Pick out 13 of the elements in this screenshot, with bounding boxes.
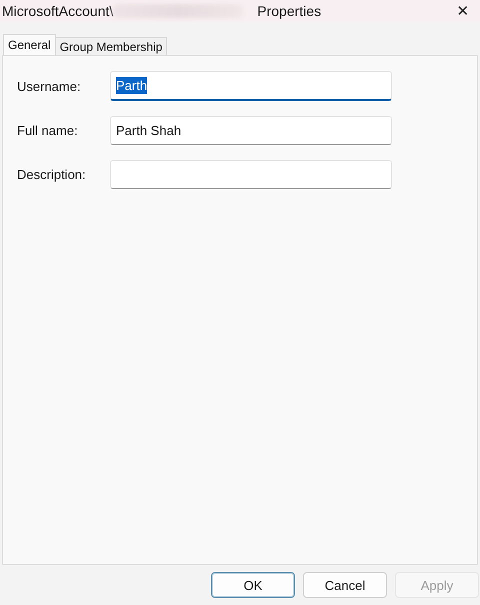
input-field[interactable]: Parth [110,71,392,101]
window-title: Properties [257,3,322,19]
input-field[interactable] [110,160,392,189]
field-label: Description: [17,167,87,182]
window-title: MicrosoftAccount\ [2,3,114,19]
tab[interactable]: General [3,34,56,55]
input-field[interactable]: Parth Shah [110,116,392,145]
close-button[interactable]: ✕ [446,0,480,22]
field-label: Username: [17,78,82,94]
ok-button[interactable]: OK [211,572,295,598]
dialog-button[interactable]: Cancel [303,572,387,598]
field-label: Full name: [17,123,79,138]
tab[interactable]: Group Membership [54,37,168,55]
